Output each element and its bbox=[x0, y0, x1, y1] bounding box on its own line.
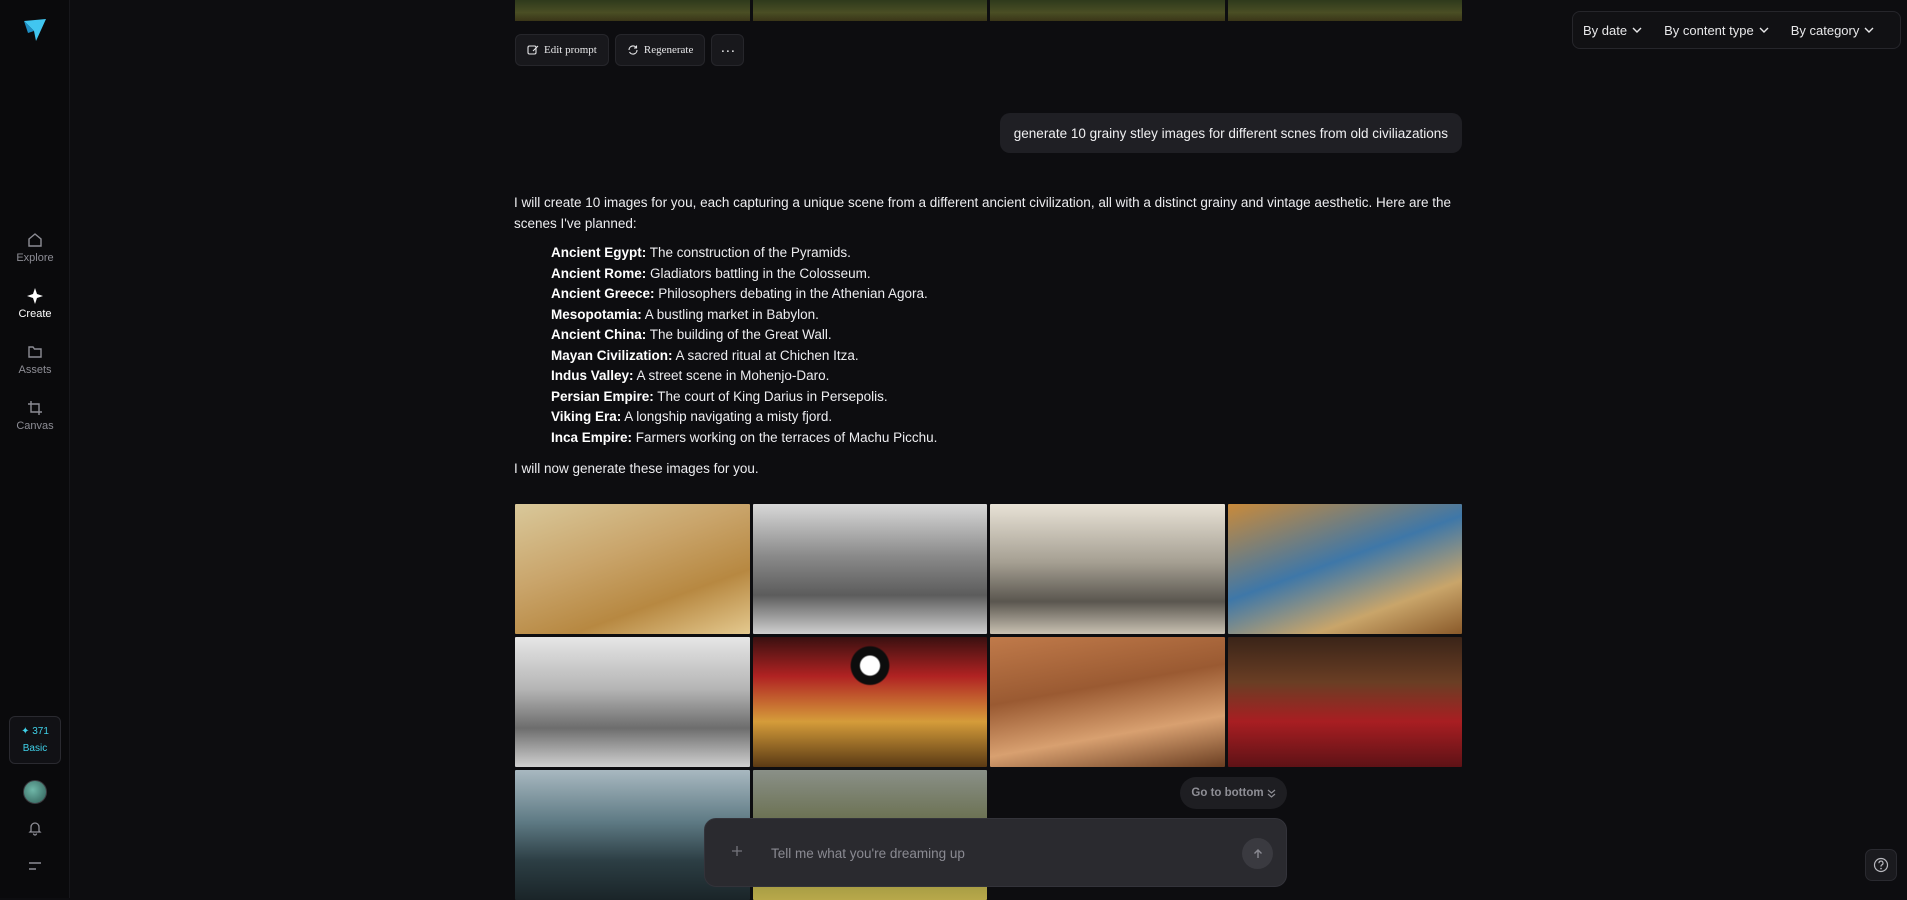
scene-desc: Philosophers debating in the Athenian Ag… bbox=[654, 286, 928, 301]
scene-desc: A longship navigating a misty fjord. bbox=[621, 409, 833, 424]
chevron-down-icon bbox=[1864, 27, 1874, 33]
sidebar-item-canvas[interactable]: Canvas bbox=[0, 400, 70, 432]
prompt-input[interactable] bbox=[771, 841, 1211, 865]
assistant-message: I will create 10 images for you, each ca… bbox=[514, 192, 1464, 479]
filter-label: By content type bbox=[1664, 22, 1754, 38]
scene-name: Ancient Greece: bbox=[551, 286, 655, 301]
list-item: Ancient Greece: Philosophers debating in… bbox=[551, 284, 1464, 305]
edit-icon bbox=[527, 45, 539, 55]
home-icon bbox=[28, 233, 42, 247]
generated-image[interactable] bbox=[990, 504, 1225, 634]
generated-image[interactable] bbox=[990, 637, 1225, 767]
chevron-down-icon bbox=[1632, 27, 1642, 33]
generated-image[interactable] bbox=[752, 637, 987, 767]
filter-label: By date bbox=[1583, 22, 1628, 38]
scene-name: Viking Era: bbox=[551, 409, 622, 424]
prompt-composer bbox=[704, 818, 1287, 887]
list-item: Ancient Egypt: The construction of the P… bbox=[551, 243, 1464, 264]
bell-icon[interactable] bbox=[27, 820, 43, 836]
filter-label: By category bbox=[1790, 22, 1860, 38]
sparkle-icon bbox=[27, 288, 43, 304]
folder-icon bbox=[28, 346, 42, 358]
more-options-button[interactable]: ··· bbox=[711, 34, 745, 66]
scene-name: Inca Empire: bbox=[551, 429, 633, 445]
scene-desc: A sacred ritual at Chichen Itza. bbox=[672, 347, 859, 363]
scene-desc: A street scene in Mohenjo-Daro. bbox=[633, 368, 830, 383]
previous-image[interactable] bbox=[990, 0, 1225, 21]
chevron-down-icon bbox=[1759, 27, 1769, 33]
message-actions: Edit prompt Regenerate ··· bbox=[515, 34, 745, 66]
user-message-bubble: generate 10 grainy stley images for diff… bbox=[999, 113, 1462, 153]
scene-list: Ancient Egypt: The construction of the P… bbox=[551, 243, 1464, 448]
go-to-bottom-button[interactable]: Go to bottom bbox=[1180, 777, 1287, 809]
previous-image[interactable] bbox=[1227, 0, 1462, 21]
generated-image[interactable] bbox=[1227, 504, 1462, 634]
plus-icon[interactable] bbox=[731, 845, 743, 857]
list-item: Indus Valley: A street scene in Mohenjo-… bbox=[551, 366, 1464, 387]
previous-image[interactable] bbox=[752, 0, 987, 21]
sidebar-item-label: Create bbox=[18, 308, 52, 320]
edit-prompt-button[interactable]: Edit prompt bbox=[515, 34, 609, 66]
arrow-up-icon bbox=[1253, 848, 1262, 858]
filter-bar: By date By content type By category bbox=[1572, 11, 1901, 49]
list-item: Ancient China: The building of the Great… bbox=[551, 325, 1464, 346]
scene-name: Indus Valley: bbox=[551, 368, 634, 383]
generated-image[interactable] bbox=[515, 504, 750, 634]
sidebar-item-create[interactable]: Create bbox=[0, 288, 70, 320]
sidebar: Explore Create Assets Canvas ✦ 371 Basic bbox=[0, 0, 70, 898]
previous-image-strip bbox=[515, 0, 1462, 21]
filter-by-category[interactable]: By category bbox=[1791, 23, 1875, 38]
sidebar-item-explore[interactable]: Explore bbox=[0, 232, 70, 264]
edit-prompt-label: Edit prompt bbox=[544, 44, 597, 56]
chevrons-down-icon bbox=[1267, 789, 1275, 798]
sidebar-item-label: Explore bbox=[16, 252, 54, 264]
scene-desc: The building of the Great Wall. bbox=[646, 327, 832, 342]
generated-image[interactable] bbox=[515, 637, 750, 767]
regenerate-button[interactable]: Regenerate bbox=[614, 34, 706, 66]
user-message-text: generate 10 grainy stley images for diff… bbox=[1013, 125, 1448, 141]
avatar[interactable] bbox=[23, 780, 47, 804]
scene-desc: A bustling market in Babylon. bbox=[641, 306, 819, 322]
credits-badge[interactable]: ✦ 371 Basic bbox=[9, 716, 61, 764]
regenerate-label: Regenerate bbox=[643, 44, 694, 56]
more-icon: ··· bbox=[720, 41, 736, 59]
scene-name: Ancient China: bbox=[551, 327, 647, 342]
scene-desc: The court of King Darius in Persepolis. bbox=[653, 388, 888, 404]
help-button[interactable] bbox=[1865, 849, 1897, 881]
scene-name: Ancient Egypt: bbox=[551, 245, 647, 260]
assistant-outro: I will now generate these images for you… bbox=[514, 461, 759, 476]
logo-icon[interactable] bbox=[22, 17, 48, 43]
generated-image[interactable] bbox=[752, 504, 987, 634]
list-item: Mayan Civilization: A sacred ritual at C… bbox=[551, 346, 1464, 367]
crop-icon bbox=[28, 401, 42, 415]
scene-name: Mayan Civilization: bbox=[551, 347, 673, 363]
go-to-bottom-label: Go to bottom bbox=[1191, 787, 1264, 799]
scene-desc: Farmers working on the terraces of Machu… bbox=[632, 429, 938, 445]
sidebar-item-assets[interactable]: Assets bbox=[0, 344, 70, 376]
list-item: Viking Era: A longship navigating a mist… bbox=[551, 407, 1464, 428]
refresh-icon bbox=[628, 45, 638, 55]
filter-by-date[interactable]: By date bbox=[1583, 23, 1642, 38]
list-item: Inca Empire: Farmers working on the terr… bbox=[551, 428, 1464, 449]
credits-amount: ✦ 371 bbox=[21, 726, 49, 737]
filter-by-content-type[interactable]: By content type bbox=[1664, 23, 1769, 38]
scene-desc: The construction of the Pyramids. bbox=[646, 245, 851, 260]
scene-name: Persian Empire: bbox=[551, 388, 654, 404]
send-button[interactable] bbox=[1242, 838, 1273, 869]
assistant-intro: I will create 10 images for you, each ca… bbox=[514, 195, 1452, 231]
list-item: Ancient Rome: Gladiators battling in the… bbox=[551, 264, 1464, 285]
previous-image[interactable] bbox=[515, 0, 750, 21]
plan-label: Basic bbox=[22, 743, 48, 754]
sidebar-item-label: Assets bbox=[18, 364, 52, 376]
list-item: Mesopotamia: A bustling market in Babylo… bbox=[551, 305, 1464, 326]
help-icon bbox=[1873, 857, 1889, 873]
list-item: Persian Empire: The court of King Darius… bbox=[551, 387, 1464, 408]
menu-icon[interactable] bbox=[28, 860, 42, 872]
sidebar-item-label: Canvas bbox=[16, 420, 54, 432]
scene-name: Ancient Rome: bbox=[551, 265, 647, 281]
generated-image[interactable] bbox=[1227, 637, 1462, 767]
scene-desc: Gladiators battling in the Colosseum. bbox=[646, 265, 871, 281]
scene-name: Mesopotamia: bbox=[551, 306, 642, 322]
